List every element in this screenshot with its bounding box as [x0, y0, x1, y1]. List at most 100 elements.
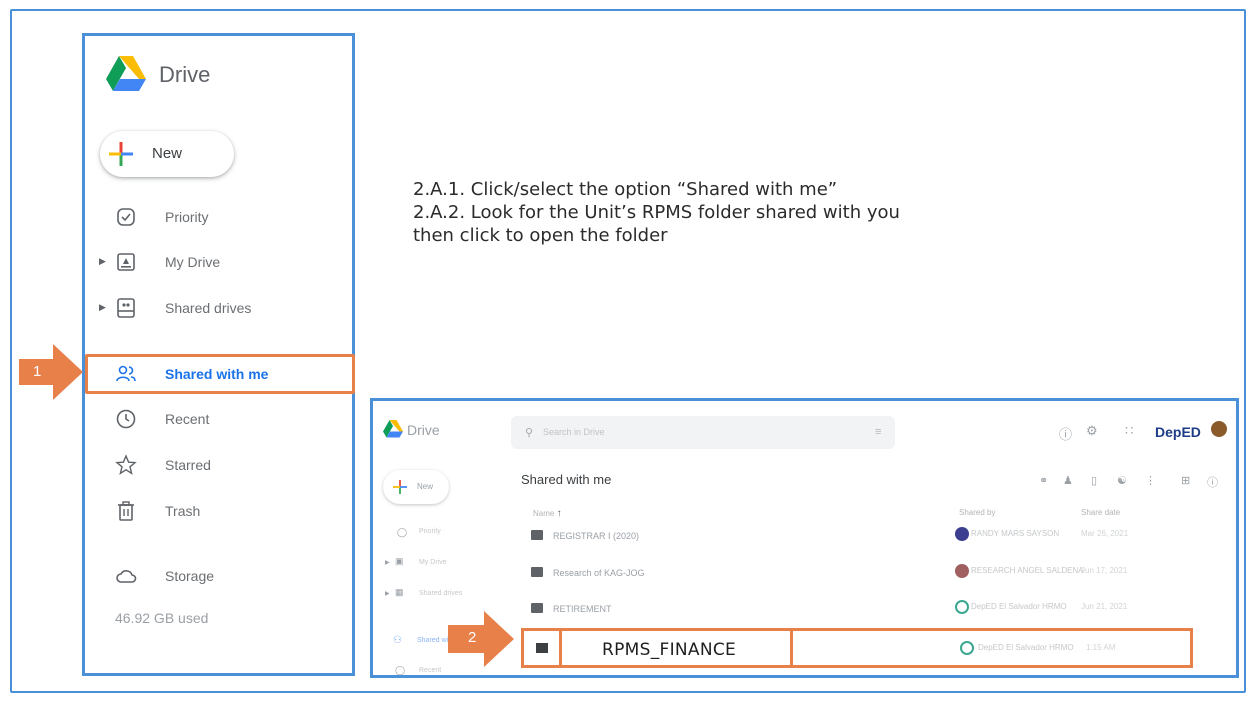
sidebar-item-label: Recent — [165, 411, 210, 427]
folder-icon — [531, 603, 543, 613]
instruction-line: 2.A.2. Look for the Unit’s RPMS folder s… — [413, 202, 900, 223]
plus-icon — [109, 142, 133, 166]
inset-nav-item[interactable]: Priority — [419, 528, 441, 535]
expand-caret-icon[interactable]: ▶ — [385, 559, 390, 566]
inset-nav-item[interactable]: Shared wi — [417, 637, 448, 644]
new-button-label: New — [152, 145, 183, 162]
more-options-icon[interactable]: ⋮ — [1145, 474, 1156, 487]
inset-nav-item[interactable]: Shared drives — [419, 590, 462, 597]
info-icon[interactable]: ⓘ — [1207, 474, 1218, 490]
instruction-line: then click to open the folder — [413, 225, 668, 246]
sidebar-item-label: Shared drives — [165, 300, 252, 316]
arrow-right-icon — [19, 344, 83, 400]
drive-logo-icon — [106, 56, 146, 91]
column-name-label: Name — [533, 509, 555, 518]
clock-icon: ◯ — [395, 665, 406, 675]
plus-icon — [393, 480, 407, 494]
sidebar-item-label: My Drive — [165, 254, 221, 270]
help-icon[interactable]: ⓘ — [1059, 424, 1072, 443]
search-input[interactable]: Search in Drive — [543, 427, 605, 437]
sidebar-item-label: Storage — [165, 568, 215, 584]
star-icon — [115, 454, 137, 475]
step-1-arrow-marker: 1 — [19, 344, 83, 400]
search-icon: ⚲ — [525, 427, 534, 439]
inset-page-title: Shared with me — [521, 472, 612, 487]
search-options-icon[interactable]: ≡ — [875, 426, 881, 438]
sidebar-item-starred[interactable]: Starred — [85, 447, 352, 483]
storage-used-text: 46.92 GB used — [115, 610, 209, 626]
sidebar-item-storage[interactable]: Storage — [85, 558, 352, 594]
link-icon[interactable]: ⚭ — [1039, 474, 1048, 487]
sidebar-item-trash[interactable]: Trash — [85, 493, 352, 529]
cloud-icon — [116, 570, 137, 583]
drive-icon — [117, 253, 135, 271]
file-name: Research of KAG-JOG — [553, 568, 645, 578]
drive-sidebar: Drive New Priority ▶ My Drive ▶ Shared d… — [82, 33, 355, 676]
drive-brand: Drive — [159, 62, 211, 87]
shared-by: RANDY MARS SAYSON — [971, 529, 1060, 538]
inset-brand: Drive — [407, 422, 440, 438]
table-row[interactable]: Research of KAG-JOG RESEARCH ANGEL SALDE… — [519, 556, 1191, 592]
column-name-header[interactable]: Name ↑ — [533, 508, 562, 519]
grid-view-icon[interactable]: ⊞ — [1181, 474, 1190, 487]
expand-caret-icon[interactable]: ▶ — [99, 302, 106, 313]
table-row[interactable]: REGISTRAR I (2020) RANDY MARS SAYSON Mar… — [519, 519, 1191, 555]
clock-icon — [116, 409, 136, 429]
shared-by: DepED El Salvador HRMO — [978, 643, 1074, 652]
new-button[interactable]: New — [100, 131, 234, 177]
org-logo: DepED — [1155, 424, 1201, 440]
sidebar-item-label: Priority — [165, 209, 209, 225]
instruction-line: 2.A.1. Click/select the option “Shared w… — [413, 179, 838, 200]
shared-drives-icon — [117, 298, 135, 318]
step-2-number: 2 — [468, 629, 477, 646]
sidebar-item-label: Trash — [165, 503, 201, 519]
shared-drives-icon: ▦ — [395, 587, 404, 597]
step-1-number: 1 — [33, 363, 42, 380]
people-icon: ⚇ — [393, 635, 402, 646]
sidebar-item-my-drive[interactable]: ▶ My Drive — [85, 244, 352, 280]
avatar — [955, 564, 969, 578]
rpms-folder-name: RPMS_FINANCE — [602, 640, 737, 660]
sidebar-item-recent[interactable]: Recent — [85, 401, 352, 437]
highlight-box-rpms-name[interactable]: RPMS_FINANCE — [559, 628, 793, 668]
column-shared-by-header[interactable]: Shared by — [959, 508, 995, 517]
arrow-right-icon — [448, 611, 514, 667]
expand-caret-icon[interactable]: ▶ — [99, 256, 106, 267]
drive-logo-icon — [383, 420, 403, 438]
share-date: 1:15 AM — [1086, 643, 1116, 652]
expand-caret-icon[interactable]: ▶ — [385, 590, 390, 597]
sort-arrow-up-icon: ↑ — [556, 508, 562, 519]
avatar — [955, 600, 969, 614]
trash-icon — [118, 501, 134, 521]
avatar[interactable] — [1211, 421, 1227, 437]
instructions: 2.A.1. Click/select the option “Shared w… — [413, 178, 900, 247]
shared-by: RESEARCH ANGEL SALDENA — [971, 566, 1084, 575]
sidebar-item-priority[interactable]: Priority — [85, 199, 352, 235]
check-circle-icon: ◯ — [397, 527, 408, 537]
folder-icon — [531, 567, 543, 577]
settings-icon[interactable]: ⚙ — [1086, 423, 1098, 439]
file-name: REGISTRAR I (2020) — [553, 531, 640, 541]
table-row[interactable]: RETIREMENT DepED El Salvador HRMO Jun 21… — [519, 592, 1191, 628]
shared-by: DepED El Salvador HRMO — [971, 602, 1067, 611]
share-date: Jun 17, 2021 — [1081, 566, 1128, 575]
search-bar[interactable]: ⚲ Search in Drive ≡ — [511, 416, 895, 449]
inset-nav-item[interactable]: Recent — [419, 667, 441, 674]
share-icon[interactable]: ☯ — [1117, 474, 1127, 487]
column-share-date-header[interactable]: Share date — [1081, 508, 1120, 517]
check-circle-icon — [117, 208, 135, 226]
folder-icon — [536, 643, 548, 653]
add-person-icon[interactable]: ♟ — [1063, 474, 1073, 487]
inset-new-button[interactable]: New — [383, 470, 449, 504]
share-date: Mar 26, 2021 — [1081, 529, 1129, 538]
avatar — [955, 527, 969, 541]
sidebar-item-shared-drives[interactable]: ▶ Shared drives — [85, 290, 352, 326]
trash-icon[interactable]: ▯ — [1091, 474, 1097, 487]
inset-nav-item[interactable]: My Drive — [419, 559, 447, 566]
drive-icon: ▣ — [395, 556, 404, 566]
sidebar-item-shared-with-me[interactable]: Shared with me — [85, 356, 352, 392]
avatar — [960, 641, 974, 655]
file-name: RETIREMENT — [553, 604, 612, 614]
sidebar-item-label: Shared with me — [165, 366, 269, 382]
apps-grid-icon[interactable]: ∷ — [1125, 423, 1133, 439]
